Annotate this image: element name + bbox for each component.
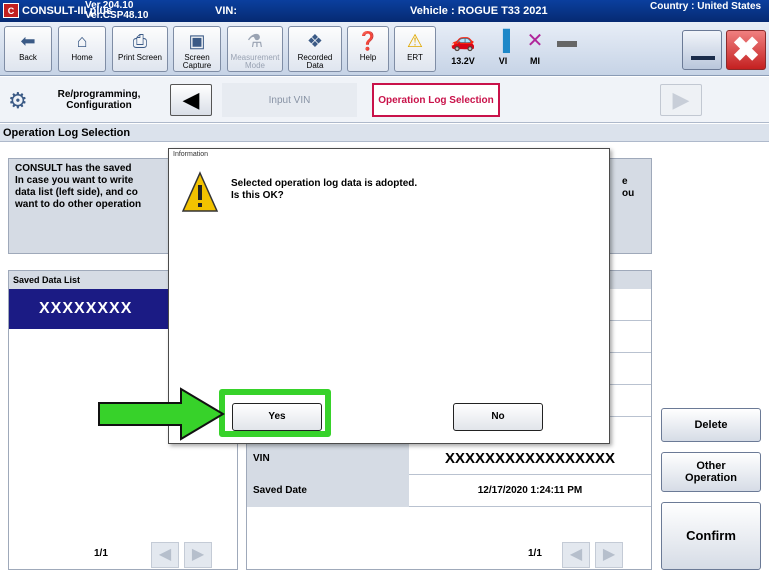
dialog-title: Information [173,151,209,158]
saved-date-value: 12/17/2020 1:24:11 PM [477,485,583,496]
back-button[interactable]: ⬅ Back [4,26,52,72]
help-button[interactable]: ❓ Help [347,26,389,72]
home-icon: ⌂ [76,31,88,51]
close-button[interactable]: ✖ [726,30,766,70]
dialog-message: Selected operation log data is adopted. … [231,178,418,201]
recorded-data-button[interactable]: ❖ Recorded Data [288,26,342,72]
title-bar: C CONSULT-III plus Ver.204.10 Ver.CSP48.… [0,0,769,22]
back-arrow-icon: ⬅ [20,31,36,51]
nav-back-button[interactable]: ◀ [170,84,212,116]
no-button[interactable]: No [453,403,543,431]
list-pager: 1/1 ◀ ▶ [8,540,238,570]
other-operation-button[interactable]: Other Operation [661,452,761,492]
left-triangle-icon: ◀ [182,87,200,112]
measurement-icon: ⚗ [246,31,264,51]
delete-button[interactable]: Delete [661,408,761,442]
consult-logo: C [3,3,19,18]
vi-status: ▐ VI [488,26,518,72]
yes-highlight-box [219,389,331,437]
print-screen-button[interactable]: ⎙ Print Screen [112,26,168,72]
confirm-button[interactable]: Confirm [661,502,761,570]
vin-label: VIN: [215,5,237,17]
toolbar: ⬅ Back ⌂ Home ⎙ Print Screen ▣ Screen Ca… [0,22,769,76]
recorded-data-icon: ❖ [306,31,324,51]
close-icon: ✖ [731,31,761,69]
detail-next-page-button[interactable]: ▶ [595,542,623,568]
measurement-mode-button[interactable]: ⚗ Measurement Mode [227,26,283,72]
nav-forward-button[interactable]: ▶ [660,84,702,116]
list-prev-page-button[interactable]: ◀ [151,542,179,568]
step-input-vin[interactable]: Input VIN [222,83,357,117]
green-arrow-icon [98,387,225,441]
navigation-row: ⚙ Re/programming, Configuration ◀ Input … [0,77,769,123]
screen-capture-button[interactable]: ▣ Screen Capture [173,26,221,72]
saved-date-row: Saved Date 12/17/2020 1:24:11 PM [247,475,651,507]
version-info: Ver.204.10 Ver.CSP48.10 [85,1,148,21]
warning-icon: ⚠ [406,31,424,51]
printer-icon: ⎙ [132,31,148,51]
mi-x-icon: ✕ [526,30,544,52]
country-info: Country : United States [650,1,762,12]
saved-date-label: Saved Date [247,475,409,507]
home-button[interactable]: ⌂ Home [58,26,106,72]
camera-icon: ▣ [188,31,206,51]
detail-page-number: 1/1 [528,548,542,559]
help-icon: ❓ [356,31,380,51]
vehicle-info: Vehicle : ROGUE T33 2021 [410,5,548,17]
battery-status: 🚗 13.2V [443,26,483,72]
car-icon: 🚗 [450,30,476,52]
list-page-number: 1/1 [94,548,108,559]
list-next-page-button[interactable]: ▶ [184,542,212,568]
step-operation-log-selection[interactable]: Operation Log Selection [372,83,500,117]
battery-icon-status: ▬ [552,26,582,72]
vin-label: VIN [247,443,409,475]
info-right-text: e ou [622,176,635,199]
ert-button[interactable]: ⚠ ERT [394,26,436,72]
minimize-button[interactable] [682,30,722,70]
reprogramming-icon: ⚙ [8,88,28,113]
warning-icon [181,171,219,212]
vin-value: XXXXXXXXXXXXXXXXX [444,450,616,467]
page-title: Operation Log Selection [0,124,769,142]
detail-prev-page-button[interactable]: ◀ [562,542,590,568]
battery-icon: ▬ [557,30,577,52]
vin-row: VIN XXXXXXXXXXXXXXXXX [247,443,651,475]
minimize-icon [691,56,715,60]
mi-status: ✕ MI [520,26,550,72]
signal-icon: ▐ [495,30,511,52]
version-line-2: Ver.CSP48.10 [85,10,149,21]
reprogramming-breadcrumb[interactable]: ⚙ Re/programming, Configuration [4,81,154,119]
right-triangle-icon: ▶ [672,87,690,112]
